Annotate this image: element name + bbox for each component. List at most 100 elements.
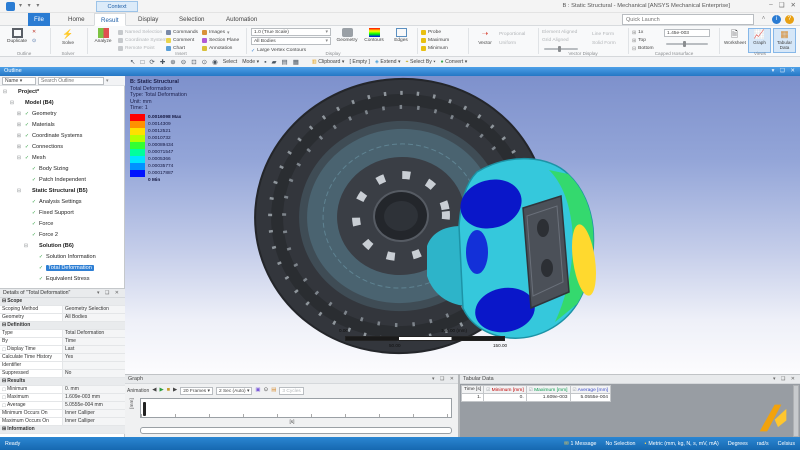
extend-dropdown[interactable]: ◈ Extend ▾ bbox=[375, 59, 401, 65]
status-celsius[interactable]: Celsius bbox=[778, 441, 795, 447]
tree-item-mesh[interactable]: ⊟✓Mesh bbox=[0, 152, 125, 163]
outline-panel-controls[interactable]: ▾ ❑ ✕ bbox=[772, 67, 797, 76]
select-label[interactable]: Select bbox=[223, 59, 237, 65]
vector-button[interactable]: ➝ Vector bbox=[472, 27, 498, 46]
col-average[interactable]: ☑ Average [mm] bbox=[570, 386, 611, 394]
box-select-icon[interactable]: □ bbox=[140, 58, 144, 67]
collapse-ribbon-icon[interactable]: ˄ bbox=[759, 15, 768, 24]
tree-item-materials[interactable]: ⊞✓Materials bbox=[0, 119, 125, 130]
graph-plot-area[interactable] bbox=[140, 398, 452, 418]
tree-item-body-sizing[interactable]: ✓Body Sizing bbox=[0, 163, 125, 174]
tree-item-force-2[interactable]: ✓Force 2 bbox=[0, 229, 125, 240]
tab-display[interactable]: Display bbox=[132, 13, 164, 26]
capped-top-button[interactable]: ⊞Top bbox=[632, 37, 646, 44]
minimum-button[interactable]: Minimum bbox=[421, 45, 448, 52]
zoom-graph-icon[interactable]: ⊙ bbox=[264, 386, 269, 395]
clipboard-dropdown[interactable]: ▥ Clipboard ▾ bbox=[312, 59, 345, 65]
tree-item-total-deformation[interactable]: ✓Total Deformation bbox=[0, 262, 125, 273]
face-filter-icon[interactable]: ▤ bbox=[282, 58, 288, 67]
status-units[interactable]: •Metric (mm, kg, N, s, mV, mA) bbox=[645, 441, 719, 447]
details-panel-controls[interactable]: ▾ ❑ ✕ bbox=[97, 288, 121, 298]
tree-item-model[interactable]: ⊟Model (B4) bbox=[0, 97, 125, 108]
analyze-button[interactable]: Analyze bbox=[90, 27, 116, 44]
tree-item-solution-information[interactable]: ✓Solution Information bbox=[0, 251, 125, 262]
edges-button[interactable]: Edges bbox=[388, 27, 414, 43]
duplicate-button[interactable]: Duplicate bbox=[4, 27, 30, 44]
tree-item-analysis-settings[interactable]: ✓Analysis Settings bbox=[0, 196, 125, 207]
help-icon[interactable]: ? bbox=[785, 15, 794, 24]
col-time[interactable]: Time [s] bbox=[462, 386, 484, 394]
close-button[interactable]: ✕ bbox=[791, 1, 796, 9]
find-icon[interactable]: ⊙ bbox=[32, 38, 36, 44]
play-icon[interactable]: ▶ bbox=[159, 386, 163, 395]
search-outline-box[interactable] bbox=[38, 77, 104, 85]
col-minimum[interactable]: ☑ Minimum [mm] bbox=[484, 386, 526, 394]
vertex-filter-icon[interactable]: ▪ bbox=[264, 58, 266, 67]
export-video-icon[interactable]: ▣ bbox=[255, 386, 260, 395]
contours-button[interactable]: Contours bbox=[361, 27, 387, 43]
details-row[interactable]: TypeTotal Deformation bbox=[0, 330, 125, 338]
time-slider[interactable] bbox=[140, 427, 452, 434]
zoom-out-icon[interactable]: ⊖ bbox=[181, 58, 186, 67]
duration-dropdown[interactable]: 2 Sec (Auto) ▾ bbox=[216, 387, 252, 395]
col-maximum[interactable]: ☑ Maximum [mm] bbox=[526, 386, 570, 394]
capped-1x-button[interactable]: ⊞1x bbox=[632, 29, 643, 36]
body-filter-icon[interactable]: ▦ bbox=[293, 58, 299, 67]
quick-access-toolbar[interactable]: ▾ ▾ ▾ bbox=[19, 2, 41, 9]
convert-dropdown[interactable]: ● Convert ▾ bbox=[441, 59, 468, 65]
frames-dropdown[interactable]: 20 Frames ▾ bbox=[180, 387, 213, 395]
tree-item-equivalent-stress[interactable]: ✓Equivalent Stress bbox=[0, 273, 125, 284]
tree-item-force[interactable]: ✓Force bbox=[0, 218, 125, 229]
result-sets-icon[interactable]: ▤ bbox=[271, 386, 276, 395]
tree-item-project[interactable]: ⊟Project* bbox=[0, 86, 125, 97]
images-button[interactable]: Images▾ bbox=[202, 29, 230, 36]
scale-dropdown[interactable]: 1.0 (True Scale)▾ bbox=[251, 28, 331, 36]
geometry-button[interactable]: Geometry bbox=[334, 27, 360, 43]
app-icon[interactable] bbox=[6, 2, 15, 11]
worksheet-view-button[interactable]: 🗎 Worksheet bbox=[723, 28, 746, 53]
quick-launch[interactable] bbox=[622, 14, 754, 25]
status-messages[interactable]: ✉1 Message bbox=[564, 441, 596, 447]
pan-icon[interactable]: ✚ bbox=[160, 58, 165, 67]
tree-item-connections[interactable]: ⊞✓Connections bbox=[0, 141, 125, 152]
target-icon[interactable]: ◉ bbox=[212, 58, 218, 67]
mode-dropdown[interactable]: Mode ▾ bbox=[242, 59, 259, 65]
delete-icon[interactable]: ✕ bbox=[32, 29, 36, 35]
pointer-icon[interactable]: ↖ bbox=[130, 58, 135, 67]
graph-view-button[interactable]: 📈 Graph bbox=[748, 28, 771, 53]
comment-button[interactable]: Comment bbox=[166, 37, 194, 44]
filter-options-icon[interactable]: ▾ bbox=[106, 78, 109, 84]
tree-item-static-structural[interactable]: ⊟Static Structural (B5) bbox=[0, 185, 125, 196]
probe-cursor-icon[interactable]: ⊙ bbox=[202, 58, 207, 67]
graphics-viewport[interactable]: B: Static Structural Total Deformation T… bbox=[125, 76, 800, 374]
name-filter-dropdown[interactable]: Name ▾ bbox=[2, 77, 36, 85]
minimize-button[interactable]: – bbox=[769, 1, 773, 9]
tree-item-geometry[interactable]: ⊞✓Geometry bbox=[0, 108, 125, 119]
tabular-panel-controls[interactable]: ▾ ❑ ✕ bbox=[773, 375, 797, 384]
commands-button[interactable]: Commands bbox=[166, 29, 198, 36]
step-back-icon[interactable]: ◀ bbox=[152, 386, 156, 395]
search-outline-input[interactable] bbox=[39, 78, 103, 84]
tabular-data-view-button[interactable]: ▦ Tabular Data bbox=[773, 28, 796, 53]
maximize-button[interactable]: ❑ bbox=[779, 1, 785, 9]
select-by-dropdown[interactable]: ⌖ Select By ▾ bbox=[406, 59, 436, 66]
rotate-icon[interactable]: ⟳ bbox=[149, 58, 154, 67]
tree-item-solution[interactable]: ⊟Solution (B6) bbox=[0, 240, 125, 251]
status-degrees[interactable]: Degrees bbox=[728, 441, 748, 447]
quick-launch-input[interactable] bbox=[623, 15, 753, 24]
zoom-fit-icon[interactable]: ⊡ bbox=[191, 58, 196, 67]
status-rad-s[interactable]: rad/s bbox=[757, 441, 769, 447]
solve-button[interactable]: ⚡ Solve bbox=[55, 27, 81, 46]
table-row[interactable]: 1. 0. 1.609e-003 5.0555e-004 bbox=[462, 394, 611, 402]
probe-button[interactable]: Probe bbox=[421, 29, 441, 36]
bodies-dropdown[interactable]: All Bodies▾ bbox=[251, 37, 331, 45]
tab-file[interactable]: File bbox=[28, 13, 50, 26]
graph-panel-controls[interactable]: ▾ ❑ ✕ bbox=[432, 375, 456, 384]
tab-automation[interactable]: Automation bbox=[220, 13, 263, 26]
tree-item-coordinate-systems[interactable]: ⊞✓Coordinate Systems bbox=[0, 130, 125, 141]
stop-icon[interactable]: ■ bbox=[167, 386, 170, 395]
tab-selection[interactable]: Selection bbox=[173, 13, 210, 26]
tab-result[interactable]: Result bbox=[94, 13, 126, 26]
tree-item-fixed-support[interactable]: ✓Fixed Support bbox=[0, 207, 125, 218]
maximum-button[interactable]: Maximum bbox=[421, 37, 449, 44]
